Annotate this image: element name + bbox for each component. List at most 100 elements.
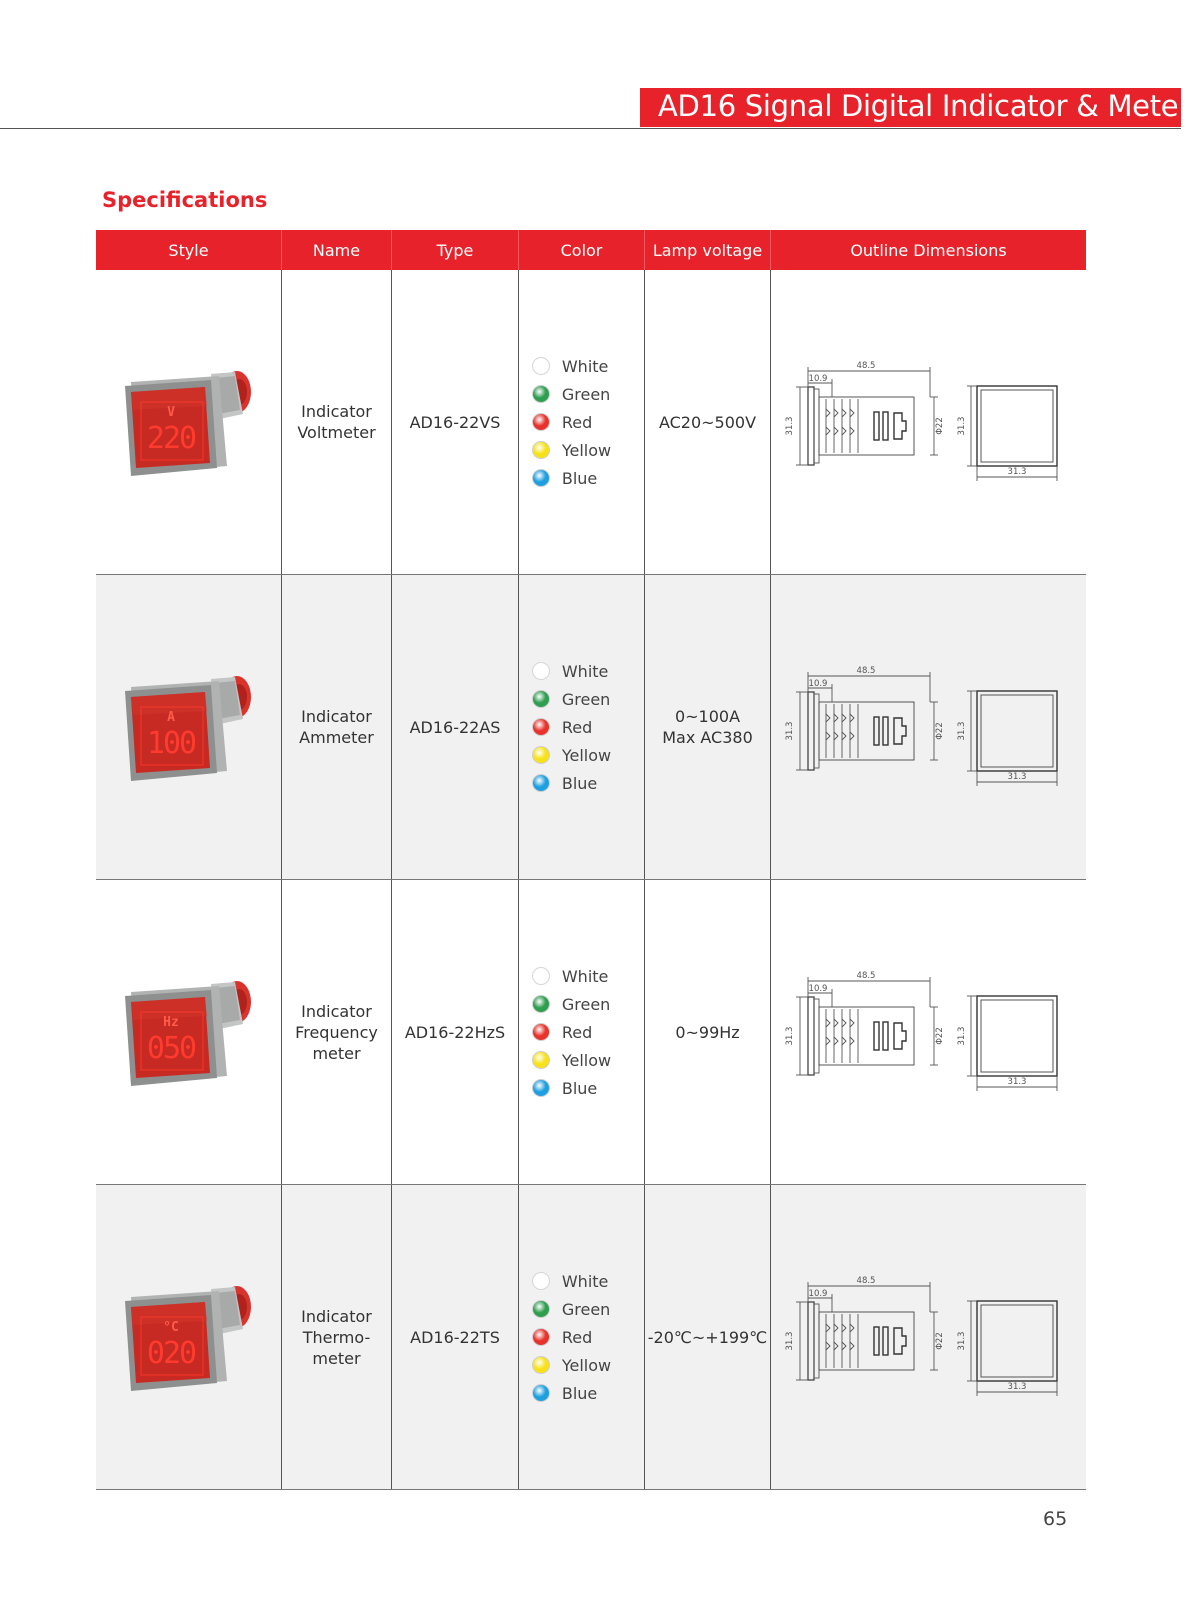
style-cell: Hz 050 (96, 880, 282, 1184)
yellow-dot-icon (531, 441, 550, 459)
red-dot-icon (531, 718, 550, 736)
dimensions-cell: 48.5 10.9 31.3 Φ22 31.3 31.3 (771, 270, 1086, 574)
name-cell: Indicator Frequency meter (282, 880, 392, 1184)
color-option-yellow: Yellow (531, 741, 611, 769)
svg-text:31.3: 31.3 (1007, 772, 1026, 782)
yellow-dot-icon (531, 1051, 550, 1069)
svg-text:220: 220 (146, 421, 195, 456)
color-option-blue: Blue (531, 769, 611, 797)
color-option-green: Green (531, 1295, 611, 1323)
product-name: Indicator Frequency meter (295, 1001, 378, 1063)
svg-text:31.3: 31.3 (785, 1332, 795, 1351)
color-option-yellow: Yellow (531, 1351, 611, 1379)
meter-image: V 220 (119, 362, 259, 482)
svg-text:48.5: 48.5 (856, 361, 875, 371)
color-label: Blue (561, 1383, 598, 1403)
color-label: Yellow (561, 1050, 612, 1070)
color-cell: White Green Red Yellow Blue (519, 270, 645, 574)
meter-image: °C 020 (119, 1277, 259, 1397)
col-header-name: Name (282, 230, 392, 270)
name-cell: Indicator Thermo- meter (282, 1185, 392, 1489)
svg-text:10.9: 10.9 (808, 1289, 827, 1299)
color-label: Blue (561, 773, 598, 793)
col-header-outline-dimensions: Outline Dimensions (850, 240, 1007, 260)
lamp-voltage: AC20~500V (658, 412, 757, 432)
dimensions-cell: 48.5 10.9 31.3 Φ22 31.3 31.3 (771, 880, 1086, 1184)
blue-dot-icon (531, 1384, 550, 1402)
outline-dimensions-drawing: 48.5 10.9 31.3 Φ22 31.3 31.3 (784, 662, 1074, 792)
svg-text:48.5: 48.5 (856, 971, 875, 981)
color-option-blue: Blue (531, 1379, 611, 1407)
type-cell: AD16-22HzS (392, 880, 519, 1184)
color-cell: White Green Red Yellow Blue (519, 575, 645, 879)
color-label: Red (561, 412, 593, 432)
svg-text:10.9: 10.9 (808, 679, 827, 689)
table-header: Style Name Type Color Lamp voltage Outli… (96, 230, 1086, 270)
lamp-voltage: 0~99Hz (675, 1022, 740, 1042)
svg-text:050: 050 (146, 1031, 195, 1066)
outline-dimensions-drawing: 48.5 10.9 31.3 Φ22 31.3 31.3 (784, 967, 1074, 1097)
table-row: Hz 050 Indicator Frequency meter AD16-22… (96, 880, 1086, 1185)
table-body: V 220 Indicator Voltmeter AD16-22VS Whit… (96, 270, 1086, 1490)
product-type: AD16-22VS (409, 412, 501, 432)
color-option-red: Red (531, 713, 611, 741)
product-name: Indicator Ammeter (299, 707, 374, 747)
svg-text:31.3: 31.3 (785, 722, 795, 741)
color-option-green: Green (531, 990, 611, 1018)
product-type: AD16-22AS (409, 717, 501, 737)
color-label: Red (561, 1022, 593, 1042)
color-list: White Green Red Yellow Blue (531, 962, 612, 1102)
table-row: V 220 Indicator Voltmeter AD16-22VS Whit… (96, 270, 1086, 575)
product-type: AD16-22TS (410, 1327, 500, 1347)
outline-dimensions-drawing: 48.5 10.9 31.3 Φ22 31.3 31.3 (784, 1272, 1074, 1402)
type-cell: AD16-22TS (392, 1185, 519, 1489)
spec-table: Style Name Type Color Lamp voltage Outli… (96, 230, 1086, 1490)
blue-dot-icon (531, 774, 550, 792)
voltage-cell: 0~100A Max AC380 (645, 575, 771, 879)
svg-text:V: V (167, 405, 175, 420)
svg-text:31.3: 31.3 (957, 417, 967, 436)
svg-text:Φ22: Φ22 (935, 1332, 945, 1350)
color-option-red: Red (531, 1323, 611, 1351)
svg-text:31.3: 31.3 (785, 1027, 795, 1046)
section-title: Specifications (102, 188, 268, 212)
color-list: White Green Red Yellow Blue (531, 657, 611, 797)
type-cell: AD16-22AS (392, 575, 519, 879)
header-rule (0, 128, 1181, 129)
color-label: Blue (561, 1078, 598, 1098)
color-label: White (561, 1271, 609, 1291)
color-list: White Green Red Yellow Blue (531, 352, 612, 492)
svg-text:31.3: 31.3 (1007, 1382, 1026, 1392)
white-dot-icon (531, 357, 550, 375)
svg-text:Φ22: Φ22 (935, 1027, 945, 1045)
table-row: °C 020 Indicator Thermo- meter AD16-22TS… (96, 1185, 1086, 1490)
svg-text:31.3: 31.3 (1007, 467, 1026, 477)
svg-text:10.9: 10.9 (808, 984, 827, 994)
col-header-lamp-voltage: Lamp voltage (645, 230, 771, 270)
color-label: Green (561, 689, 611, 709)
col-header-color: Color (519, 230, 645, 270)
color-label: White (561, 661, 609, 681)
product-name: Indicator Thermo- meter (301, 1306, 372, 1368)
meter-image: Hz 050 (119, 972, 259, 1092)
color-label: Green (561, 994, 611, 1014)
color-option-yellow: Yellow (531, 436, 612, 464)
white-dot-icon (531, 967, 550, 985)
voltage-cell: 0~99Hz (645, 880, 771, 1184)
white-dot-icon (531, 662, 550, 680)
dimensions-cell: 48.5 10.9 31.3 Φ22 31.3 31.3 (771, 575, 1086, 879)
color-label: White (561, 966, 609, 986)
style-cell: V 220 (96, 270, 282, 574)
product-type: AD16-22HzS (404, 1022, 506, 1042)
svg-text:48.5: 48.5 (856, 1276, 875, 1286)
page-title: AD16 Signal Digital Indicator & Meter (658, 89, 1190, 123)
green-dot-icon (531, 995, 550, 1013)
color-list: White Green Red Yellow Blue (531, 1267, 611, 1407)
color-label: Blue (561, 468, 598, 488)
red-dot-icon (531, 1023, 550, 1041)
page-number: 65 (1043, 1508, 1068, 1530)
color-label: Yellow (561, 440, 612, 460)
color-label: Red (561, 717, 593, 737)
svg-text:Φ22: Φ22 (935, 417, 945, 435)
lamp-voltage: -20℃~+199℃ (647, 1327, 768, 1347)
